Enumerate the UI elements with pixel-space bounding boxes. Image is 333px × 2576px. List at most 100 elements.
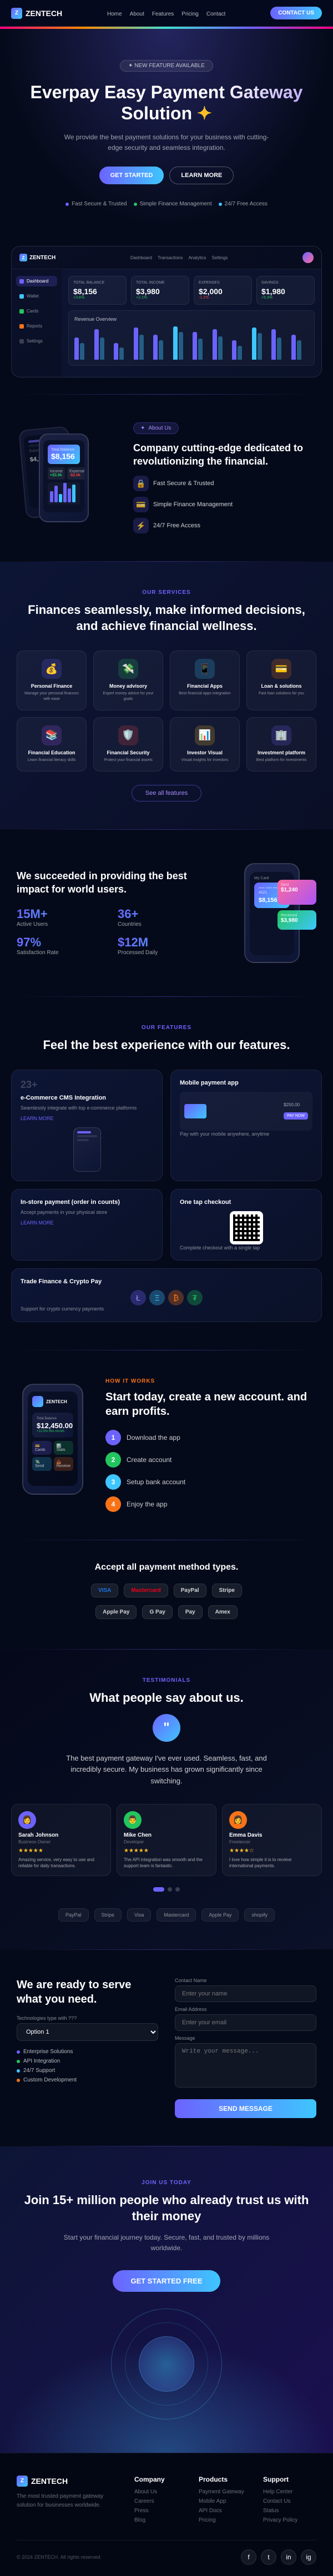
footer-link-gateway[interactable]: Payment Gateway: [199, 2489, 252, 2495]
step-num-4: 4: [105, 1496, 121, 1512]
company-title: Company cutting-edge dedicated to revolu…: [133, 442, 316, 468]
navbar: Z ZENTECH Home About Features Pricing Co…: [0, 0, 333, 27]
see-more-button[interactable]: See all features: [132, 785, 201, 801]
finance-title-1: Money advisory: [99, 683, 157, 689]
cta-title: Join 15+ million people who already trus…: [17, 2192, 316, 2224]
payment-app-preview: $250.00 PAY NOW: [180, 1092, 312, 1131]
company-features-list: 🔒 Fast Secure & Trusted 💳 Simple Finance…: [133, 476, 316, 533]
social-icon-linkedin[interactable]: in: [281, 2549, 296, 2565]
feature-learn-more-ecommerce[interactable]: LEARN MORE: [21, 1116, 54, 1121]
company-phones-visual: Balance $4,250 Total Balance $8,156 Inco…: [17, 422, 117, 533]
footer-link-press[interactable]: Press: [134, 2508, 188, 2514]
stats-phone-card-2: Received $3,980: [278, 910, 316, 930]
stats-text: We succeeded in providing the best impac…: [17, 870, 211, 956]
footer-link-status[interactable]: Status: [263, 2508, 316, 2514]
footer-col-links-company: About Us Careers Press Blog: [134, 2489, 188, 2523]
partner-paypal: PayPal: [58, 1908, 89, 1922]
footer-link-privacy[interactable]: Privacy Policy: [263, 2517, 316, 2523]
form-input-email[interactable]: [175, 2014, 316, 2031]
contact-section: We are ready to serve what you need. Tec…: [0, 1950, 333, 2146]
footer-link-blog[interactable]: Blog: [134, 2517, 188, 2523]
dashboard-logo: Z ZENTECH: [19, 254, 56, 261]
dash-nav-analytics[interactable]: Analytics: [188, 255, 206, 260]
finance-icon-4: 📚: [42, 725, 62, 745]
company-section: Balance $4,250 Total Balance $8,156 Inco…: [0, 395, 333, 561]
hero-learn-more-button[interactable]: LEARN MORE: [169, 167, 234, 184]
social-icon-instagram[interactable]: ig: [301, 2549, 316, 2565]
contact-submit-button[interactable]: SEND MESSAGE: [175, 2099, 316, 2118]
sidebar-icon-reports: [19, 324, 24, 329]
finance-desc-6: Visual insights for investors: [176, 758, 234, 763]
footer-link-help[interactable]: Help Center: [263, 2489, 316, 2495]
stat-balance: TOTAL BALANCE $8,156 +3.6%: [68, 276, 127, 305]
feature-learn-more-instore[interactable]: LEARN MORE: [21, 1220, 54, 1226]
start-phone-visual: ZENTECH Total Balance $12,450.00 +12.5% …: [17, 1378, 89, 1500]
start-step-3: 3 Setup bank account: [105, 1474, 316, 1490]
footer-link-api[interactable]: API Docs: [199, 2508, 252, 2514]
finance-title-7: Investment platform: [253, 750, 310, 755]
sidebar-item-settings[interactable]: Settings: [16, 336, 57, 346]
start-step-2: 2 Create account: [105, 1452, 316, 1468]
nav-item-pricing[interactable]: Pricing: [181, 8, 199, 18]
form-input-message[interactable]: [175, 2043, 316, 2088]
dot-2[interactable]: [168, 1887, 172, 1892]
contact-tech-select[interactable]: Option 1 Option 2 Option 3: [17, 2023, 158, 2041]
social-icons-row: f t in ig: [241, 2549, 316, 2565]
partner-stripe: Stripe: [94, 1908, 122, 1922]
cta-get-started-button[interactable]: GET STARTED FREE: [113, 2270, 220, 2292]
sidebar-item-wallet[interactable]: Wallet: [16, 291, 57, 301]
footer-copyright: © 2024 ZENTECH. All rights reserved.: [17, 2554, 102, 2560]
stat-value-users: 15M+: [17, 907, 110, 921]
company-badge: ✦ About Us: [133, 422, 179, 434]
dashboard-body: Dashboard Wallet Cards Reports Settings: [12, 269, 321, 377]
dash-nav-dashboard[interactable]: Dashboard: [130, 255, 152, 260]
hero-get-started-button[interactable]: GET STARTED: [99, 167, 164, 184]
dashboard-user-avatar[interactable]: [302, 252, 314, 263]
finance-cards-grid: 💰 Personal Finance Manage your personal …: [17, 651, 316, 771]
footer-link-careers[interactable]: Careers: [134, 2498, 188, 2504]
testimonial-cards-grid: 👩 Sarah Johnson Business Owner ★★★★★ Ama…: [11, 1804, 322, 1876]
social-icon-facebook[interactable]: f: [241, 2549, 256, 2565]
payment-logo-mastercard: Mastercard: [124, 1584, 168, 1597]
nav-item-contact[interactable]: Contact: [206, 8, 225, 18]
contact-left: We are ready to serve what you need. Tec…: [17, 1978, 158, 2118]
globe-inner: [125, 2322, 208, 2406]
form-label-name: Contact Name: [175, 1978, 316, 1983]
nav-item-about[interactable]: About: [130, 8, 144, 18]
finance-card-1: 💸 Money advisory Expert money advice for…: [93, 651, 163, 710]
sidebar-item-reports[interactable]: Reports: [16, 321, 57, 331]
finance-card-5: 🛡️ Financial Security Protect your finan…: [93, 717, 163, 772]
bullet-dot-2: [17, 2069, 20, 2073]
testimonial-text-2: I love how simple it is to receive inter…: [229, 1857, 315, 1869]
sidebar-item-cards[interactable]: Cards: [16, 306, 57, 316]
step-text-3: Setup bank account: [127, 1478, 185, 1486]
bitcoin-icon: ₿: [168, 1290, 184, 1305]
footer-link-contact[interactable]: Contact Us: [263, 2498, 316, 2504]
dot-3[interactable]: [175, 1887, 180, 1892]
footer-link-pricing[interactable]: Pricing: [199, 2517, 252, 2523]
hero-title: Everpay Easy Payment Gateway Solution ✦: [17, 82, 316, 124]
feature-title-ecommerce: e-Commerce CMS Integration: [21, 1094, 153, 1102]
social-icon-twitter[interactable]: t: [261, 2549, 276, 2565]
dash-nav-transactions[interactable]: Transactions: [158, 255, 183, 260]
sidebar-item-dashboard[interactable]: Dashboard: [16, 276, 57, 286]
contact-title: We are ready to serve what you need.: [17, 1978, 158, 2007]
dash-nav-settings[interactable]: Settings: [211, 255, 228, 260]
nav-item-features[interactable]: Features: [152, 8, 174, 18]
footer: Z ZENTECH The most trusted payment gatew…: [0, 2453, 333, 2576]
dashboard-preview: Z ZENTECH Dashboard Transactions Analyti…: [11, 246, 322, 377]
cta-label: JOIN US TODAY: [17, 2180, 316, 2186]
company-feature-2: 💳 Simple Finance Management: [133, 497, 316, 512]
pay-now-button[interactable]: PAY NOW: [284, 1112, 308, 1120]
footer-link-about[interactable]: About Us: [134, 2489, 188, 2495]
footer-link-mobile[interactable]: Mobile App: [199, 2498, 252, 2504]
dot-1[interactable]: [153, 1887, 164, 1892]
nav-item-home[interactable]: Home: [107, 8, 122, 18]
finances-section: OUR SERVICES Finances seamlessly, make i…: [0, 562, 333, 829]
start-steps-list: 1 Download the app 2 Create account 3 Se…: [105, 1430, 316, 1512]
form-input-name[interactable]: [175, 1985, 316, 2002]
feature-title-onetap: One tap checkout: [180, 1198, 312, 1206]
testimonial-name-2: Emma Davis: [229, 1832, 315, 1838]
nav-cta-button[interactable]: CONTACT US: [270, 7, 322, 19]
sidebar-icon-dashboard: [19, 279, 24, 284]
